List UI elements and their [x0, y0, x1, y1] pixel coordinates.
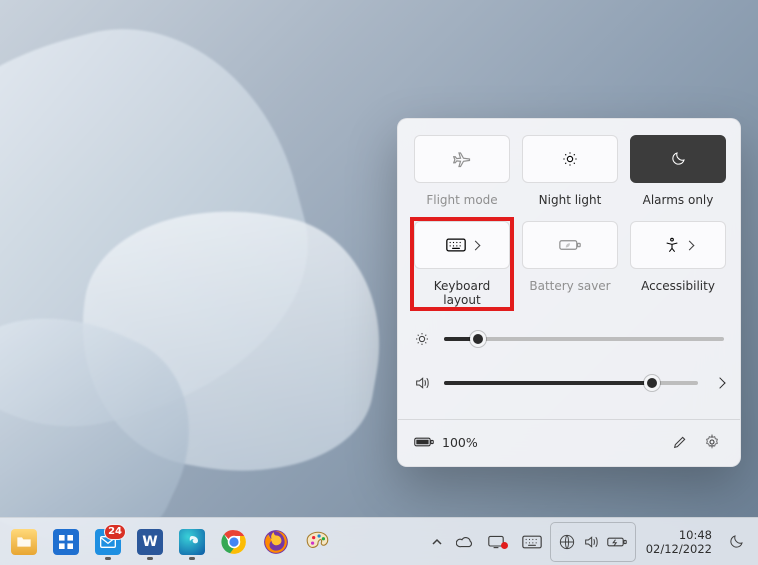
tray-overflow-button[interactable] — [426, 522, 448, 562]
language-icon — [559, 534, 575, 550]
chrome-icon — [221, 529, 247, 555]
firefox-icon — [263, 529, 289, 555]
quick-settings-grid: Flight mode Night light Alarms only Keyb… — [414, 135, 724, 307]
taskbar-app-edge[interactable] — [172, 522, 212, 562]
pencil-icon — [672, 434, 688, 450]
paint-icon — [305, 529, 331, 555]
brightness-icon — [414, 331, 432, 347]
accessibility-icon — [664, 237, 680, 253]
flight-mode-button[interactable] — [414, 135, 510, 183]
brightness-slider-row — [414, 331, 724, 347]
qs-tile-keyboard-layout: Keyboard layout — [412, 219, 512, 309]
battery-icon — [414, 436, 434, 448]
airplane-icon — [453, 150, 471, 168]
qs-tile-battery-saver: Battery saver — [522, 221, 618, 307]
volume-slider[interactable] — [444, 375, 698, 391]
speaker-icon — [583, 534, 599, 550]
taskbar-app-chrome[interactable] — [214, 522, 254, 562]
quick-settings-panel: Flight mode Night light Alarms only Keyb… — [397, 118, 741, 467]
gear-icon — [704, 434, 720, 450]
taskbar-app-file-explorer[interactable] — [4, 522, 44, 562]
qs-tile-label: Keyboard layout — [414, 279, 510, 307]
tray-focus-assist[interactable] — [722, 522, 750, 562]
edge-icon — [179, 529, 205, 555]
slider-thumb[interactable] — [470, 331, 486, 347]
brightness-slider[interactable] — [444, 331, 724, 347]
taskbar-clock[interactable]: 10:48 02/12/2022 — [638, 528, 720, 556]
keyboard-icon — [446, 238, 466, 252]
moon-icon — [728, 534, 744, 550]
taskbar-tray: 10:48 02/12/2022 — [426, 522, 750, 562]
keyboard-layout-button[interactable] — [414, 221, 510, 269]
word-icon: W — [137, 529, 163, 555]
record-dot-icon — [501, 542, 508, 549]
tray-onedrive[interactable] — [450, 522, 480, 562]
clock-time: 10:48 — [646, 528, 712, 542]
battery-percent-label[interactable]: 100% — [442, 435, 478, 450]
cloud-icon — [456, 536, 474, 548]
chevron-right-icon — [684, 240, 694, 250]
qs-tile-flight-mode: Flight mode — [414, 135, 510, 207]
taskbar-apps: 24 W — [4, 522, 338, 562]
microsoft-store-icon — [53, 529, 79, 555]
battery-charging-icon — [607, 536, 627, 548]
speaker-icon — [414, 375, 432, 391]
tray-touch-keyboard[interactable] — [516, 522, 548, 562]
quick-settings-footer: 100% — [398, 419, 740, 466]
clock-date: 02/12/2022 — [646, 542, 712, 556]
battery-saver-button[interactable] — [522, 221, 618, 269]
volume-slider-row — [414, 375, 724, 391]
tray-recording-indicator[interactable] — [482, 522, 514, 562]
night-light-button[interactable] — [522, 135, 618, 183]
alarms-only-button[interactable] — [630, 135, 726, 183]
qs-tile-accessibility: Accessibility — [630, 221, 726, 307]
taskbar: 24 W — [0, 517, 758, 565]
taskbar-app-firefox[interactable] — [256, 522, 296, 562]
slider-thumb[interactable] — [644, 375, 660, 391]
accessibility-button[interactable] — [630, 221, 726, 269]
moon-icon — [670, 151, 686, 167]
qs-tile-alarms-only: Alarms only — [630, 135, 726, 207]
taskbar-app-microsoft-store[interactable] — [46, 522, 86, 562]
edit-quick-settings-button[interactable] — [668, 430, 692, 454]
qs-tile-label: Alarms only — [630, 193, 726, 207]
taskbar-app-mail[interactable]: 24 — [88, 522, 128, 562]
slider-track-bg — [444, 337, 724, 341]
qs-tile-label: Flight mode — [414, 193, 510, 207]
sun-icon — [562, 151, 578, 167]
keyboard-icon — [522, 535, 542, 549]
qs-tile-night-light: Night light — [522, 135, 618, 207]
qs-tile-label: Battery saver — [522, 279, 618, 293]
volume-output-chevron[interactable] — [714, 377, 725, 388]
chevron-right-icon — [470, 240, 480, 250]
open-settings-button[interactable] — [700, 430, 724, 454]
tray-quick-settings-group[interactable] — [550, 522, 636, 562]
taskbar-app-paint[interactable] — [298, 522, 338, 562]
battery-leaf-icon — [559, 238, 581, 252]
slider-fill — [444, 381, 652, 385]
taskbar-app-word[interactable]: W — [130, 522, 170, 562]
chevron-up-icon — [432, 537, 442, 547]
qs-tile-label: Night light — [522, 193, 618, 207]
qs-tile-label: Accessibility — [630, 279, 726, 293]
mail-badge: 24 — [104, 524, 126, 540]
file-explorer-icon — [11, 529, 37, 555]
